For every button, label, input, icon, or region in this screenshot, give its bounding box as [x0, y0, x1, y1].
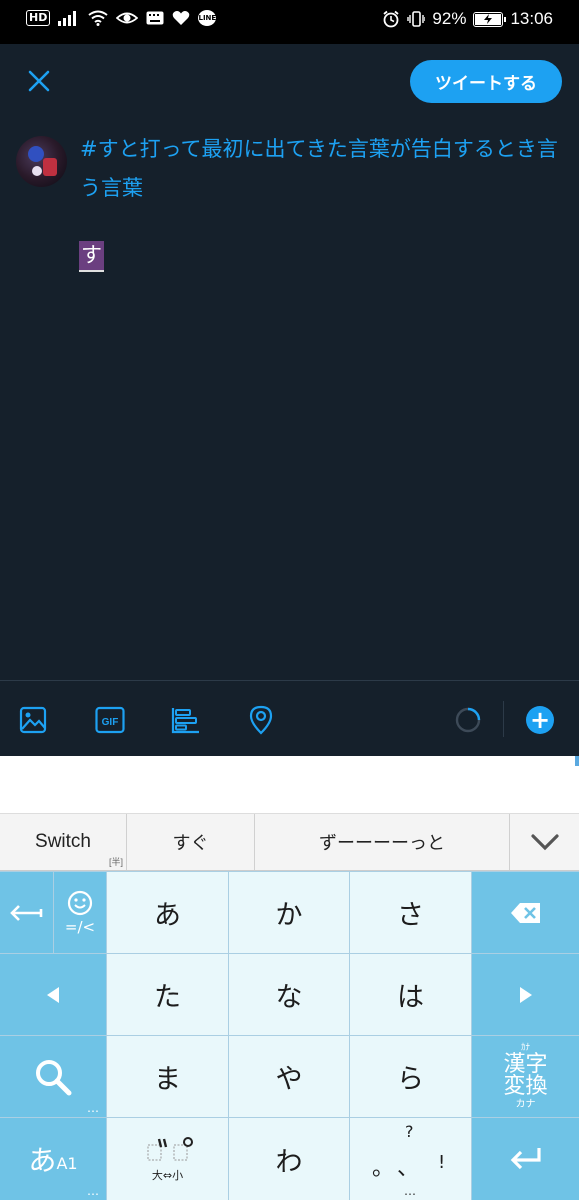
enter-icon [510, 1148, 541, 1170]
clock: 13:06 [510, 9, 553, 28]
keyboard: =/< あ か さ た な は … ま や ら ｶﾅ 漢字 変換 カナ あ A1… [0, 871, 579, 1200]
expand-candidates-button[interactable] [510, 814, 579, 870]
add-tweet-icon[interactable]: + [526, 706, 554, 734]
search-key[interactable]: … [0, 1036, 106, 1117]
composing-text[interactable]: す [79, 241, 104, 272]
scroll-indicator [575, 756, 579, 766]
search-icon [36, 1059, 72, 1095]
close-button[interactable] [22, 64, 56, 98]
triangle-right-icon [519, 986, 532, 1003]
dakuten-key[interactable]: 大⇔小 [107, 1118, 228, 1200]
dakuten-label: 大⇔小 [151, 1169, 184, 1182]
key-ka[interactable]: か [229, 872, 349, 953]
battery-percent: 92% [432, 9, 467, 28]
more-indicator: … [87, 1184, 100, 1198]
kanji-label-top: 漢字 [503, 1051, 548, 1077]
line-app-icon: LINE [198, 10, 217, 26]
poll-icon[interactable] [171, 705, 201, 735]
wifi-icon [88, 10, 108, 26]
keyboard-icon [146, 11, 164, 25]
more-indicator: … [87, 1101, 100, 1115]
switch-label: Switch [35, 831, 91, 852]
hd-indicator: HD [26, 10, 51, 26]
arrow-left-bar-icon [9, 904, 42, 921]
signal-icon [58, 10, 80, 26]
key-sa[interactable]: さ [350, 872, 471, 953]
backspace-icon [510, 902, 540, 923]
kanji-ruby-bottom: カナ [515, 1098, 536, 1110]
dakuten-icon [147, 1137, 193, 1161]
input-mode-key[interactable]: あ A1 … [0, 1118, 106, 1200]
key-ya[interactable]: や [229, 1036, 349, 1117]
close-icon [28, 70, 50, 92]
avatar-detail [28, 146, 44, 162]
backspace-cursor-key[interactable] [0, 872, 53, 953]
key-na[interactable]: な [229, 954, 349, 1035]
chevron-down-icon [530, 834, 559, 851]
tweet-button[interactable]: ツイートする [410, 60, 562, 103]
more-indicator: … [404, 1184, 417, 1198]
key-ma[interactable]: ま [107, 1036, 228, 1117]
candidate-bar: Switch [半] すぐ ずーーーーっと [0, 814, 579, 871]
triangle-left-icon [47, 986, 59, 1003]
gif-icon[interactable]: GIF [95, 705, 125, 735]
delete-key[interactable] [472, 872, 579, 953]
key-ta[interactable]: た [107, 954, 228, 1035]
mode-sub-label: A1 [56, 1153, 78, 1173]
character-count-icon [453, 705, 483, 735]
candidate-item[interactable]: すぐ [127, 814, 255, 870]
cursor-right-key[interactable] [472, 954, 579, 1035]
enter-key[interactable] [472, 1118, 579, 1200]
punctuation-key[interactable]: ? 。、 ! … [350, 1118, 471, 1200]
key-ra[interactable]: ら [350, 1036, 471, 1117]
eye-icon [116, 10, 139, 26]
toolbar-divider [503, 701, 504, 737]
kanji-label-bottom: 変換 [503, 1073, 548, 1099]
key-ha[interactable]: は [350, 954, 471, 1035]
switch-sublabel: [半] [108, 857, 123, 867]
status-bar: HD LINE 92% 13:06 [0, 0, 579, 44]
compose-toolbar: GIF [0, 680, 579, 756]
battery-icon [473, 11, 507, 27]
punctuation-marks: 。、 [372, 1156, 434, 1181]
question-mark: ? [405, 1122, 414, 1141]
heart-icon [172, 10, 190, 26]
kanji-convert-key[interactable]: ｶﾅ 漢字 変換 カナ [472, 1036, 579, 1117]
candidate-item[interactable]: ずーーーーっと [255, 814, 510, 870]
gif-label: GIF [102, 717, 119, 728]
keyboard-header [0, 756, 579, 814]
avatar-detail [32, 166, 42, 176]
vibrate-icon [407, 10, 426, 28]
avatar [16, 136, 67, 187]
switch-keyboard-button[interactable]: Switch [半] [0, 814, 127, 870]
key-a[interactable]: あ [107, 872, 228, 953]
key-wa[interactable]: わ [229, 1118, 349, 1200]
tweet-text-input[interactable]: #すと打って最初に出てきた言葉が告白するとき言う言葉 [80, 130, 570, 208]
smiley-icon [67, 890, 93, 915]
emoji-sublabel: =/< [64, 917, 96, 936]
location-icon[interactable] [246, 705, 276, 735]
avatar-detail [43, 158, 57, 176]
mode-main-label: あ [28, 1144, 57, 1177]
emoji-key[interactable]: =/< [54, 872, 106, 953]
exclamation-mark: ! [438, 1152, 446, 1173]
alarm-icon [382, 10, 400, 28]
image-icon[interactable] [18, 705, 48, 735]
cursor-left-key[interactable] [0, 954, 106, 1035]
